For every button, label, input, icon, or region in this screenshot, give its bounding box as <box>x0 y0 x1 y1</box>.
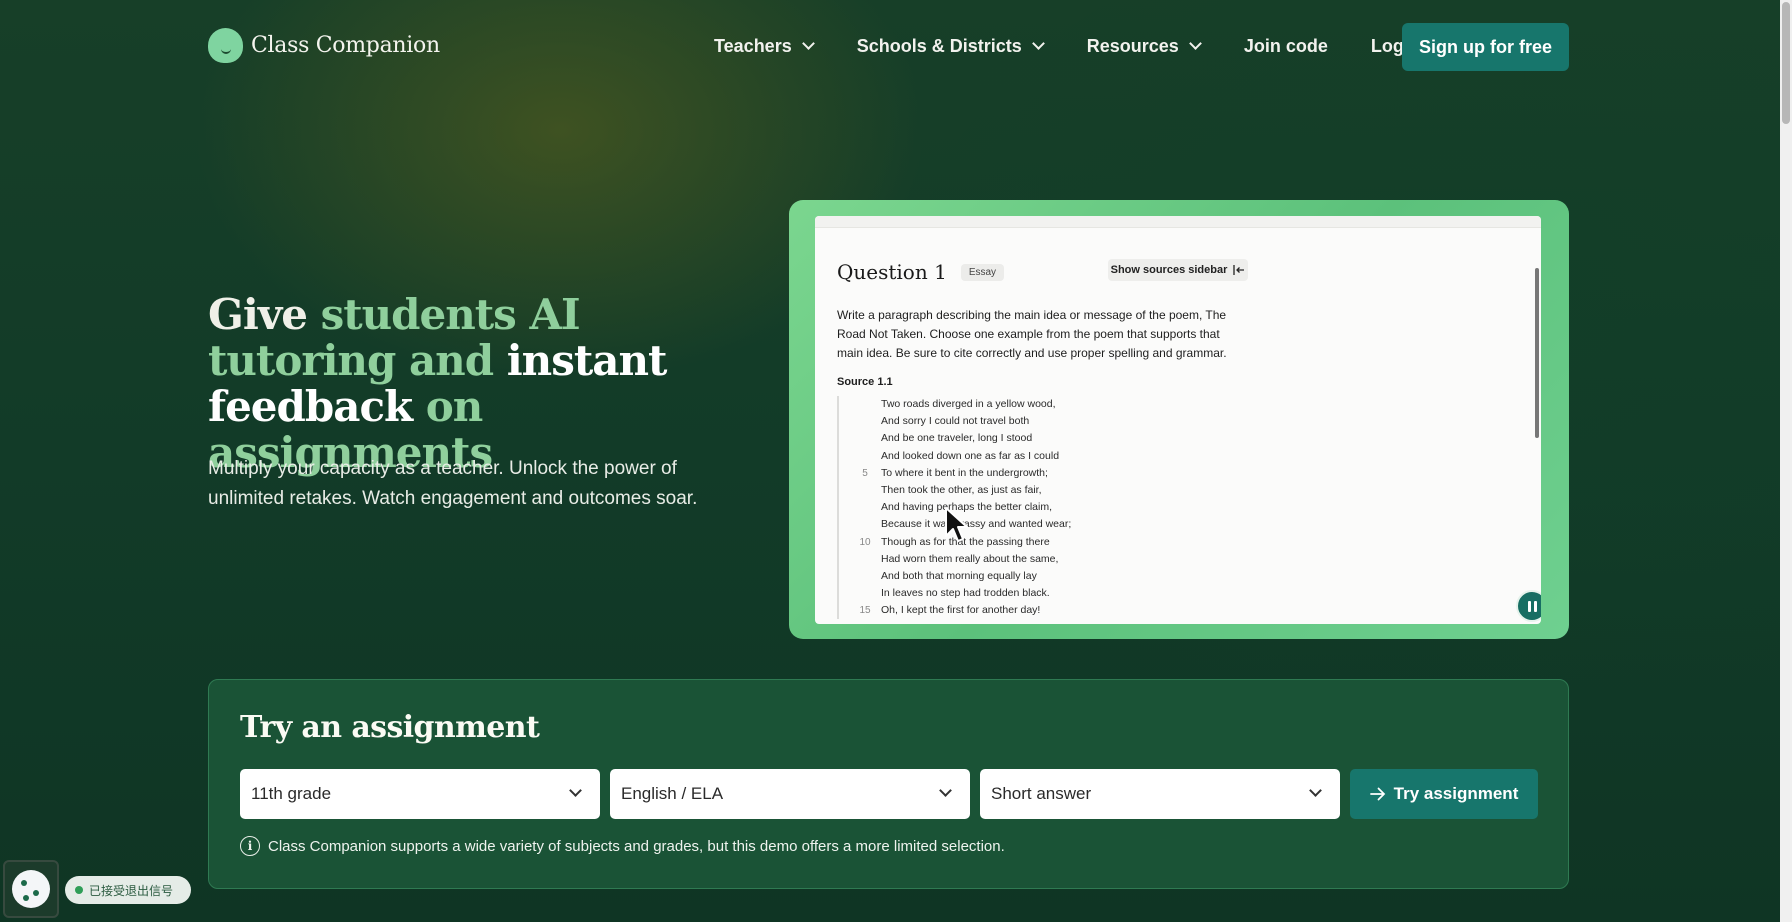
poem-line: Had worn them really about the same, <box>839 551 1237 568</box>
poem-line-text: In leaves no step had trodden black. <box>881 587 1050 600</box>
preview-scrollbar[interactable] <box>1535 268 1539 438</box>
arrow-right-icon <box>1369 787 1385 801</box>
top-navigation: Class Companion Teachers Schools & Distr… <box>0 0 1780 92</box>
poem-line: 5 To where it bent in the undergrowth; <box>839 465 1237 482</box>
preview-topbar <box>815 216 1541 228</box>
nav-item-label: Teachers <box>714 35 792 56</box>
poem-line-text: Two roads diverged in a yellow wood, <box>881 398 1056 410</box>
poem-line: Because it was grassy and wanted wear; <box>839 516 1237 533</box>
try-assignment-button[interactable]: Try assignment <box>1350 769 1538 819</box>
question-title: Question 1 <box>837 260 947 284</box>
source-label: Source 1.1 <box>837 376 893 388</box>
line-number: 15 <box>859 605 871 617</box>
poem-line: 15 Oh, I kept the first for another day! <box>839 602 1237 619</box>
demo-note: i Class Companion supports a wide variet… <box>240 836 1005 856</box>
poem-line-text: And looked down one as far as I could <box>881 449 1060 462</box>
page-scrollbar[interactable] <box>1780 0 1792 922</box>
question-type-select[interactable]: Short answer <box>980 769 1340 819</box>
line-number: 10 <box>859 536 871 548</box>
pause-button[interactable] <box>1516 590 1541 622</box>
subject-select-value: English / ELA <box>621 784 724 803</box>
grade-select[interactable]: 11th grade <box>240 769 600 819</box>
cursor-icon <box>945 507 968 542</box>
poem-line-text: And sorry I could not travel both <box>881 415 1030 428</box>
poem-line: 10 Though as for that the passing there <box>839 534 1237 551</box>
page-scrollbar-thumb[interactable] <box>1782 2 1790 124</box>
try-assignment-title: Try an assignment <box>240 710 540 745</box>
chevron-down-icon <box>1188 37 1202 50</box>
poem-line: Then took the other, as just as fair, <box>839 482 1237 499</box>
consent-toast-text: 已接受退出信号 <box>89 883 174 898</box>
poem-line-text: Because it was grassy and wanted wear; <box>881 518 1072 531</box>
question-type-value: Short answer <box>991 784 1092 803</box>
poem-line: And be one traveler, long I stood <box>839 430 1237 447</box>
hero-title-part: and <box>395 336 494 385</box>
nav-links: Teachers Schools & Districts Resources J… <box>714 22 1468 70</box>
poem-line: And having perhaps the better claim, <box>839 499 1237 516</box>
poem-line-text: And both that morning equally lay <box>881 569 1037 582</box>
poem-line-text: Oh, I kept the first for another day! <box>881 604 1041 617</box>
poem-line: And both that morning equally lay <box>839 568 1237 585</box>
hero-subtitle: Multiply your capacity as a teacher. Unl… <box>208 458 698 509</box>
demo-note-text: Class Companion supports a wide variety … <box>268 837 1005 855</box>
poem-line-text: Had worn them really about the same, <box>881 552 1059 565</box>
chevron-down-icon <box>1031 37 1045 50</box>
question-type-badge: Essay <box>960 263 1005 281</box>
sign-up-button[interactable]: Sign up for free <box>1402 23 1569 71</box>
hero-title-part: on <box>412 382 484 431</box>
poem-line-text: Then took the other, as just as fair, <box>881 483 1042 496</box>
chevron-down-icon <box>939 784 952 797</box>
preview-screen: Question 1 Essay Show sources sidebar Wr… <box>815 216 1541 624</box>
pause-icon <box>1527 600 1531 612</box>
product-preview: Question 1 Essay Show sources sidebar Wr… <box>789 200 1569 639</box>
status-dot <box>75 886 83 894</box>
try-assignment-panel: Try an assignment 11th grade English / E… <box>208 679 1569 889</box>
poem-line-text: And be one traveler, long I stood <box>881 432 1033 445</box>
logo-icon <box>208 28 243 63</box>
nav-item-schools-districts[interactable]: Schools & Districts <box>856 35 1045 57</box>
nav-item-join-code[interactable]: Join code <box>1244 36 1328 57</box>
chevron-down-icon <box>569 784 582 797</box>
nav-item-label: Resources <box>1086 35 1179 56</box>
brand-logo[interactable]: Class Companion <box>208 28 440 63</box>
nav-item-resources[interactable]: Resources <box>1086 35 1202 57</box>
hero-title-part: Give <box>208 290 308 339</box>
chevron-down-icon <box>1309 784 1322 797</box>
question-header: Question 1 Essay <box>837 260 1005 284</box>
try-assignment-label: Try assignment <box>1393 784 1519 803</box>
poem-line: And looked down one as far as I could <box>839 448 1237 465</box>
subject-select[interactable]: English / ELA <box>610 769 970 819</box>
poem-line: Two roads diverged in a yellow wood, <box>839 396 1237 413</box>
cookie-icon <box>12 870 50 908</box>
line-number: 5 <box>862 467 868 479</box>
brand-name: Class Companion <box>251 33 440 58</box>
poem-line: And sorry I could not travel both <box>839 413 1237 430</box>
question-prompt: Write a paragraph describing the main id… <box>837 308 1227 360</box>
consent-toast: 已接受退出信号 <box>65 876 191 904</box>
poem-text: Two roads diverged in a yellow wood, And… <box>837 396 1237 620</box>
grade-select-value: 11th grade <box>251 784 332 803</box>
poem-line-text: To where it bent in the undergrowth; <box>881 466 1048 479</box>
nav-item-label: Join code <box>1243 35 1328 56</box>
nav-item-teachers[interactable]: Teachers <box>714 35 815 57</box>
pause-icon <box>1533 600 1537 612</box>
show-sources-label: Show sources sidebar <box>1110 264 1228 276</box>
nav-item-label: Schools & Districts <box>856 35 1022 56</box>
cookie-settings-button[interactable] <box>3 860 59 918</box>
poem-line: In leaves no step had trodden black. <box>839 585 1237 602</box>
info-icon: i <box>240 836 260 856</box>
hero-title: Give students AI tutoring and instant fe… <box>208 292 748 476</box>
sidebar-icon <box>1233 265 1245 275</box>
chevron-down-icon <box>801 37 815 50</box>
show-sources-button[interactable]: Show sources sidebar <box>1108 259 1248 281</box>
